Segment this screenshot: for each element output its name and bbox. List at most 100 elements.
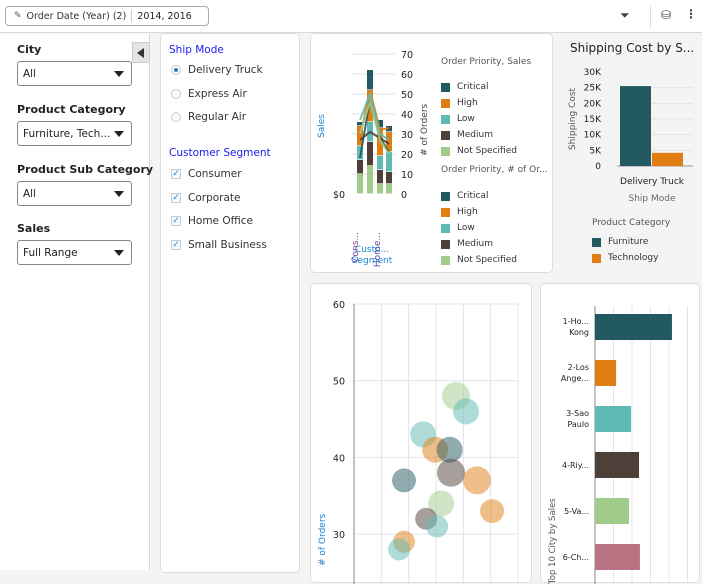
x-axis-label-line: Custo...	[355, 245, 389, 255]
legend-item[interactable]: Medium	[441, 239, 493, 249]
legend-label: Critical	[457, 82, 489, 92]
bubble	[426, 515, 449, 538]
option-label: Regular Air	[188, 111, 247, 123]
select-value: All	[23, 67, 37, 80]
bar	[620, 86, 651, 166]
legend-label: Low	[457, 223, 475, 233]
filter-label: Product Sub Category	[17, 163, 154, 176]
y2-tick-label: 10	[401, 170, 413, 181]
legend-item[interactable]: Technology	[592, 253, 658, 263]
filter-select-product-category[interactable]: Furniture, Tech...	[17, 121, 132, 146]
legend-item[interactable]: Low	[441, 223, 475, 233]
y-tick-label: 3-Sao	[566, 409, 589, 418]
combo-chart: 010203040506070$0Sales # of OrdersCons...…	[317, 50, 430, 267]
y-axis-label: Sales	[317, 114, 327, 138]
legend-label: Not Specified	[457, 146, 517, 156]
y-tick-label: $0	[333, 190, 345, 201]
y2-tick-label: 50	[401, 90, 413, 101]
canvas-properties-icon[interactable]: ⛁	[661, 8, 671, 22]
select-value: Full Range	[23, 246, 78, 259]
y2-tick-label: 60	[401, 70, 413, 81]
filter-select-sales[interactable]: Full Range	[17, 240, 132, 265]
legend-swatch	[441, 239, 450, 249]
customer-segment-title: Customer Segment	[169, 147, 271, 159]
bubble	[480, 499, 505, 524]
legend-label: Medium	[457, 130, 493, 140]
checkbox-icon: ✓	[171, 192, 181, 203]
bar-segment	[367, 142, 373, 166]
legend-item[interactable]: Not Specified	[441, 255, 517, 265]
x-axis-label: Ship Mode	[628, 194, 675, 204]
option-label: Express Air	[188, 87, 247, 100]
radio-option[interactable]: Express Air	[171, 88, 247, 100]
selector-card: Ship Mode Delivery Truck Express Air Regul…	[160, 33, 300, 573]
divider	[650, 6, 651, 28]
legend-title: Order Priority, # of Or...	[441, 165, 548, 175]
legend-title: Order Priority, Sales	[441, 57, 532, 67]
radio-option[interactable]: Regular Air	[171, 111, 246, 123]
y-tick-label: 15K	[584, 115, 602, 125]
filter-label: Product Category	[17, 103, 126, 116]
legend-swatch	[441, 255, 450, 265]
bar-segment	[357, 174, 363, 194]
legend-item[interactable]: Furniture	[592, 237, 648, 247]
y2-tick-label: 30	[401, 130, 413, 141]
combo-chart-card: 0 10 20 30 40 50 60 70 $0 Sales # of Orders Cons...…	[310, 33, 553, 273]
filter-label: Order Date (Year) (2)	[26, 10, 127, 22]
clear-filter-icon[interactable]: ⏷	[620, 8, 630, 23]
filter-select-city[interactable]: All	[17, 61, 132, 86]
legend-item[interactable]: Critical	[441, 82, 488, 92]
filter-select-product-sub-category[interactable]: All	[17, 181, 132, 206]
radio-icon	[171, 88, 181, 99]
option-label: Home Office	[188, 215, 253, 227]
legend-label: Not Specified	[457, 255, 517, 265]
legend-item[interactable]: High	[441, 207, 478, 217]
bar	[595, 544, 640, 570]
radio-option[interactable]: Delivery Truck	[171, 64, 263, 76]
legend-item[interactable]: Medium	[441, 130, 493, 140]
legend-item[interactable]: Low	[441, 114, 475, 124]
y-tick-label: 0	[595, 162, 601, 172]
pin-icon: ✎	[14, 11, 22, 21]
bar	[652, 152, 683, 166]
more-options-icon[interactable]: ⋮	[685, 7, 697, 21]
checkbox-option[interactable]: ✓ Corporate	[171, 192, 241, 204]
y-axis-label: Shipping Cost	[568, 87, 578, 150]
y-tick-label: Paulo	[567, 420, 589, 429]
bubble-chart-card: 30 40 50 60 # of Orders	[310, 283, 532, 584]
chevron-down-icon	[114, 191, 124, 197]
checkbox-option[interactable]: ✓ Home Office	[171, 215, 253, 227]
chevron-down-icon	[114, 71, 124, 77]
select-value: All	[23, 187, 37, 200]
legend-label: Low	[457, 114, 475, 124]
bubble	[463, 466, 491, 495]
y-axis-label: Top 10 City by Sales	[548, 498, 558, 584]
legend-swatch	[441, 130, 450, 140]
legend-swatch	[441, 223, 450, 233]
order-date-filter-pill[interactable]: ✎ Order Date (Year) (2) 2014, 2016	[5, 6, 209, 26]
legend-item[interactable]: Critical	[441, 191, 488, 201]
y-tick-label: 25K	[584, 84, 602, 94]
y-tick-label: Kong	[569, 328, 589, 337]
y2-tick-label: 70	[401, 50, 413, 61]
divider	[131, 10, 133, 22]
checkbox-option[interactable]: ✓ Consumer	[171, 168, 242, 180]
checkbox-option[interactable]: ✓ Small Business	[171, 239, 267, 251]
legend-item[interactable]: Not Specified	[441, 146, 517, 156]
legend-swatch	[441, 146, 450, 156]
y2-tick-label: 40	[401, 110, 413, 121]
option-label: Consumer	[188, 168, 242, 180]
bar-segment	[386, 172, 392, 184]
shipping-cost-card: Shipping Cost by S... 0 5K 10K 15K 20K 25K 30K…	[555, 33, 702, 273]
legend-swatch	[441, 82, 450, 92]
bar-segment	[367, 166, 373, 194]
bar	[595, 314, 672, 340]
checkbox-icon: ✓	[171, 239, 181, 250]
bubble	[388, 538, 411, 561]
option-label: Small Business	[188, 238, 267, 251]
checkbox-icon: ✓	[171, 169, 181, 179]
collapse-panel-button[interactable]	[132, 42, 150, 63]
y-tick-label: Ange...	[561, 374, 589, 383]
legend-item[interactable]: High	[441, 98, 478, 108]
legend-label: High	[457, 207, 478, 217]
